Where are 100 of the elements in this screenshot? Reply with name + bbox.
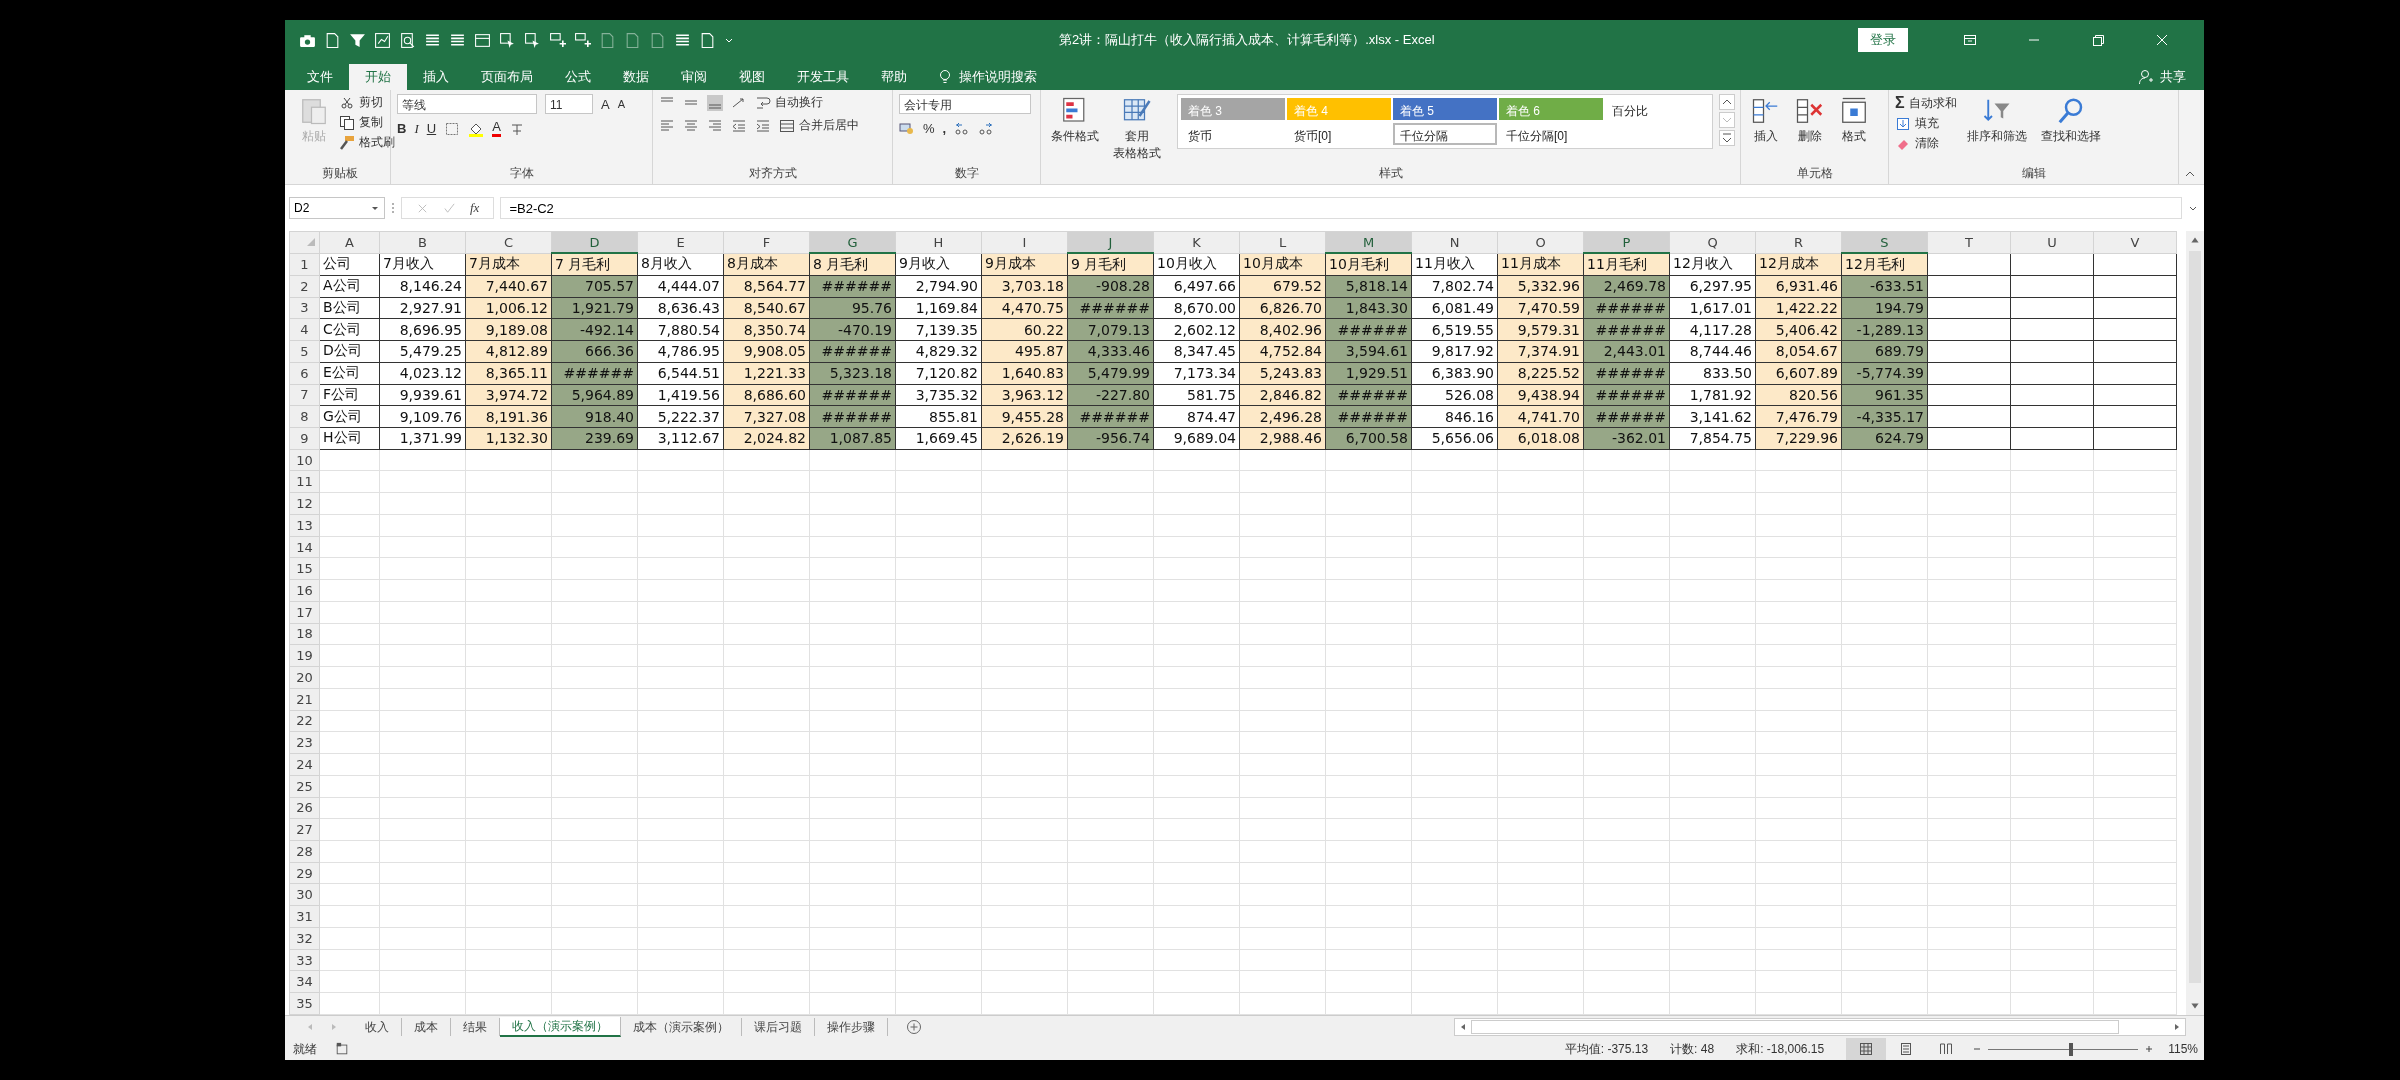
column-header[interactable]: O [1497, 231, 1584, 254]
cut-button[interactable]: 剪切 [339, 94, 395, 111]
row-header[interactable]: 13 [289, 514, 320, 537]
row-header[interactable]: 15 [289, 557, 320, 580]
filter-icon[interactable] [349, 31, 366, 49]
drag-handle-icon[interactable] [391, 201, 395, 215]
row-header[interactable]: 31 [289, 905, 320, 928]
pointer-icon[interactable] [524, 31, 541, 49]
number-format-field[interactable]: 会计专用 [899, 94, 1031, 114]
row-header[interactable]: 29 [289, 862, 320, 884]
row-header[interactable]: 19 [289, 644, 320, 667]
row-header[interactable]: 33 [289, 949, 320, 971]
delete-cells-button[interactable]: 删除 [1791, 94, 1829, 147]
row-header[interactable]: 35 [289, 992, 320, 1015]
row-header[interactable]: 14 [289, 536, 320, 558]
ribbon-tab[interactable]: 开始 [349, 64, 407, 90]
formula-field[interactable]: =B2-C2 [500, 197, 2182, 219]
sort-filter-button[interactable]: 排序和筛选 [1962, 94, 2031, 147]
column-header[interactable]: C [465, 231, 552, 254]
row-header[interactable]: 9 [289, 427, 320, 450]
cell-style-item[interactable]: 百分比 [1605, 98, 1709, 120]
wrap-text-button[interactable]: 自动换行 [755, 94, 823, 111]
ribbon-tab[interactable]: 文件 [291, 64, 349, 90]
column-header[interactable]: J [1067, 231, 1154, 254]
row-header[interactable]: 4 [289, 318, 320, 341]
row-header[interactable]: 22 [289, 710, 320, 732]
font-grow-button[interactable]: A [601, 96, 610, 112]
ribbon-tab[interactable]: 开发工具 [781, 64, 865, 90]
increase-decimal-icon[interactable] [954, 120, 971, 136]
align-bottom-icon[interactable] [707, 94, 723, 111]
italic-button[interactable]: I [414, 120, 419, 137]
row-header[interactable]: 20 [289, 666, 320, 689]
ribbon-tab[interactable]: 页面布局 [465, 64, 549, 90]
row-header[interactable]: 25 [289, 775, 320, 797]
sheet-tab[interactable]: 收入（演示案例） [500, 1017, 621, 1037]
row-header[interactable]: 24 [289, 753, 320, 776]
row-header[interactable]: 27 [289, 818, 320, 841]
ribbon-tab[interactable]: 审阅 [665, 64, 723, 90]
row-header[interactable]: 12 [289, 492, 320, 515]
zoom-in-icon[interactable] [2144, 1044, 2155, 1054]
close-icon[interactable] [2154, 32, 2170, 48]
merge-center-button[interactable]: 合并后居中 [779, 117, 859, 134]
column-header[interactable]: H [895, 231, 982, 254]
checkmark-icon[interactable] [443, 201, 456, 215]
tell-me-search[interactable]: 操作说明搜索 [959, 64, 1037, 90]
ribbon-display-icon[interactable] [1962, 32, 1978, 48]
percent-button[interactable]: % [923, 120, 935, 136]
row-header[interactable]: 32 [289, 927, 320, 950]
find-select-button[interactable]: 查找和选择 [2036, 94, 2105, 147]
add-row-icon[interactable] [549, 31, 566, 49]
column-header[interactable]: F [723, 231, 810, 254]
column-header[interactable]: K [1153, 231, 1240, 254]
font-size-field[interactable]: 11 [545, 94, 593, 114]
sheet-tab[interactable]: 课后习题 [742, 1018, 815, 1036]
fill-button[interactable]: 填充 [1895, 115, 1957, 132]
ribbon-tab[interactable]: 帮助 [865, 64, 923, 90]
column-header[interactable]: L [1239, 231, 1326, 254]
page-icon[interactable] [324, 31, 341, 49]
column-header[interactable]: S [1841, 231, 1928, 254]
row-header[interactable]: 10 [289, 449, 320, 471]
table-format-button[interactable]: 套用 表格格式 [1109, 94, 1165, 164]
font-shrink-button[interactable]: A [617, 98, 625, 110]
row-header[interactable]: 3 [289, 297, 320, 319]
cell-style-item[interactable]: 着色 5 [1393, 98, 1497, 120]
name-box[interactable]: D2 [289, 197, 385, 219]
share-button[interactable]: 共享 [2160, 64, 2186, 90]
row-header[interactable]: 28 [289, 840, 320, 863]
add-sheet-icon[interactable] [906, 1019, 922, 1035]
ribbon-tab[interactable]: 视图 [723, 64, 781, 90]
row-header[interactable]: 23 [289, 731, 320, 754]
row-header[interactable]: 7 [289, 384, 320, 406]
row-header[interactable]: 11 [289, 471, 320, 493]
sheet-tab[interactable]: 收入 [353, 1018, 402, 1036]
row-header[interactable]: 5 [289, 340, 320, 363]
cell-style-item[interactable]: 千位分隔[0] [1499, 123, 1603, 145]
vertical-scrollbar[interactable] [2186, 231, 2204, 1015]
ribbon-tab[interactable]: 数据 [607, 64, 665, 90]
row-header[interactable]: 21 [289, 688, 320, 711]
row-header[interactable]: 2 [289, 275, 320, 298]
zoom-level[interactable]: 115% [2168, 1042, 2198, 1056]
column-header[interactable]: N [1411, 231, 1498, 254]
lines-icon[interactable] [674, 31, 691, 49]
row-header[interactable]: 34 [289, 970, 320, 993]
border-icon[interactable] [444, 120, 461, 137]
conditional-format-button[interactable]: 条件格式 [1047, 94, 1103, 147]
row-header[interactable]: 30 [289, 883, 320, 906]
macro-record-icon[interactable] [335, 1042, 349, 1056]
column-header[interactable]: R [1755, 231, 1842, 254]
normal-view-icon[interactable] [1846, 1038, 1887, 1060]
row-header[interactable]: 18 [289, 623, 320, 645]
decrease-decimal-icon[interactable] [978, 120, 995, 136]
zoom-slider-thumb[interactable] [2068, 1042, 2073, 1056]
column-header[interactable]: G [809, 231, 896, 254]
clear-button[interactable]: 清除 [1895, 135, 1957, 152]
ribbon-tab[interactable]: 插入 [407, 64, 465, 90]
insert-cells-button[interactable]: 插入 [1747, 94, 1785, 147]
column-header[interactable]: V [2093, 231, 2177, 254]
currency-icon[interactable] [899, 120, 915, 136]
underline-button[interactable]: U [426, 121, 437, 136]
column-header[interactable]: I [981, 231, 1068, 254]
